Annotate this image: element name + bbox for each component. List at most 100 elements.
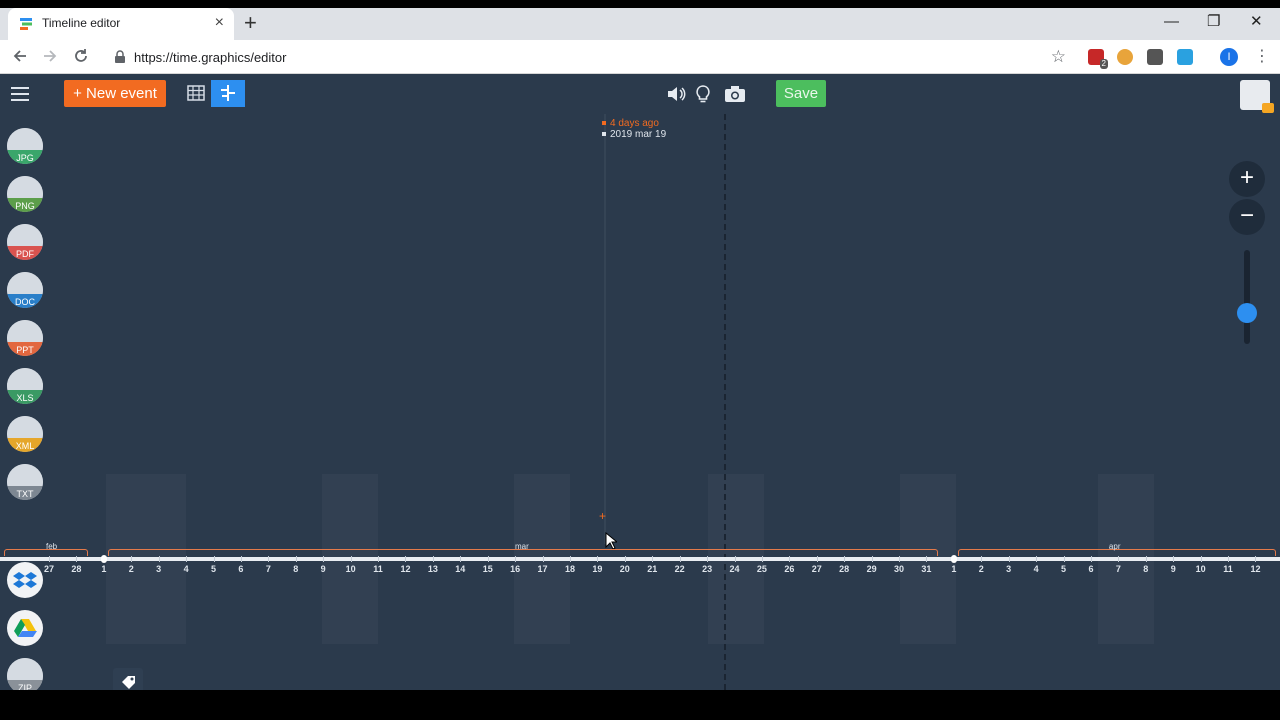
day-label: 5 [211, 564, 217, 574]
axis-tick [515, 556, 517, 562]
close-window-button[interactable]: ✕ [1250, 12, 1263, 32]
window-extension-icon[interactable] [1177, 49, 1193, 65]
google-drive-icon[interactable] [7, 610, 43, 646]
minimize-button[interactable]: — [1164, 12, 1179, 32]
new-event-button[interactable]: + New event [64, 80, 166, 107]
day-label: 22 [674, 564, 685, 574]
axis-tick [1036, 556, 1038, 562]
axis-tick [1228, 556, 1230, 562]
table-view-button[interactable] [179, 80, 213, 107]
file-xml-icon[interactable]: XML [7, 416, 43, 452]
file-zip-icon[interactable]: ZIP [7, 658, 43, 690]
timeline-axis[interactable]: 27 28 1 2 3 4 5 6 7 8 9 10 11 12 13 14 15 16 17 18 19 20 21 22 2… [0, 542, 1280, 582]
file-png-icon[interactable]: PNG [7, 176, 43, 212]
speaker-icon[interactable] [666, 84, 686, 104]
file-jpg-icon[interactable]: JPG [7, 128, 43, 164]
omnibox[interactable]: https://time.graphics/editor ☆ [104, 43, 1076, 71]
axis-tick [323, 556, 325, 562]
zoom-out-button[interactable]: − [1229, 199, 1265, 235]
day-label: 3 [156, 564, 162, 574]
axis-tick [405, 556, 407, 562]
axis-tick [1090, 556, 1092, 562]
forward-icon[interactable] [42, 48, 58, 64]
restore-button[interactable]: ❐ [1207, 12, 1220, 32]
axis-tick [76, 556, 78, 562]
day-label: 1 [101, 564, 107, 574]
back-icon[interactable] [12, 48, 28, 64]
axis-tick [268, 556, 270, 562]
axis-tick [213, 556, 215, 562]
zoom-in-button[interactable]: + [1229, 161, 1265, 197]
axis-tick [844, 556, 846, 562]
menu-icon[interactable] [11, 87, 29, 101]
browser-profile-avatar[interactable]: I [1220, 48, 1238, 66]
file-type-label: XLS [16, 393, 34, 403]
table-view-icon [187, 85, 205, 101]
axis-tick [926, 556, 928, 562]
file-doc-icon[interactable]: DOC [7, 272, 43, 308]
day-label: 13 [427, 564, 438, 574]
new-tab-button[interactable]: + [244, 11, 257, 35]
axis-tick [597, 556, 599, 562]
day-label: 23 [702, 564, 713, 574]
day-label: 29 [866, 564, 877, 574]
zoom-slider-track[interactable] [1244, 250, 1250, 344]
axis-tick [131, 556, 133, 562]
lock-icon [115, 50, 125, 63]
timeline-canvas[interactable]: 4 days ago 2019 mar 19 + [48, 114, 1280, 690]
file-type-label: TXT [16, 489, 34, 499]
save-button[interactable]: Save [776, 80, 826, 107]
shield-extension-icon[interactable]: 2 [1088, 49, 1108, 69]
axis-tick [871, 556, 873, 562]
month-label: mar [514, 542, 529, 551]
app-toolbar: + New event Save [0, 74, 1280, 114]
axis-tick [158, 556, 160, 562]
month-start-node [950, 555, 957, 563]
file-type-label: PDF [16, 249, 34, 259]
day-label: 19 [592, 564, 603, 574]
tags-button[interactable] [113, 668, 143, 690]
file-ppt-icon[interactable]: PPT [7, 320, 43, 356]
bookmark-star-icon[interactable]: ☆ [1051, 47, 1066, 67]
axis-tick [789, 556, 791, 562]
day-label: 5 [1061, 564, 1067, 574]
day-label: 2 [978, 564, 984, 574]
tab-strip: Timeline editor × + — ❐ ✕ [0, 8, 1280, 40]
day-label: 7 [1115, 564, 1121, 574]
file-pdf-icon[interactable]: PDF [7, 224, 43, 260]
timeline-view-button[interactable] [211, 80, 245, 107]
add-event-plus-icon[interactable]: + [599, 510, 606, 522]
axis-tick [350, 556, 352, 562]
tab-timeline-editor[interactable]: Timeline editor × [8, 8, 234, 40]
tab-close-icon[interactable]: × [215, 14, 224, 32]
axis-tick [624, 556, 626, 562]
day-label: 3 [1006, 564, 1012, 574]
file-xls-icon[interactable]: XLS [7, 368, 43, 404]
cursor-hover-line [604, 114, 606, 544]
file-txt-icon[interactable]: TXT [7, 464, 43, 500]
tab-title: Timeline editor [42, 16, 121, 30]
day-label: 11 [373, 564, 383, 574]
extension-badge: 2 [1099, 59, 1108, 69]
day-label: 20 [619, 564, 630, 574]
axis-tick [487, 556, 489, 562]
day-label: 7 [265, 564, 271, 574]
axis-tick [1173, 556, 1175, 562]
cookie-extension-icon[interactable] [1117, 49, 1133, 65]
axis-tick [1255, 556, 1257, 562]
qr-code-extension-icon[interactable] [1147, 49, 1163, 65]
day-label: 25 [756, 564, 767, 574]
camera-icon[interactable] [724, 84, 746, 104]
axis-tick [460, 556, 462, 562]
browser-menu-icon[interactable]: ⋮ [1254, 47, 1270, 67]
user-avatar[interactable] [1240, 80, 1274, 113]
day-label: 4 [183, 564, 189, 574]
lightbulb-icon[interactable] [693, 84, 713, 104]
reload-icon[interactable] [73, 48, 89, 64]
file-type-label: JPG [16, 153, 34, 163]
axis-tick [542, 556, 544, 562]
day-label: 14 [455, 564, 466, 574]
axis-tick [49, 556, 50, 562]
day-label: 28 [839, 564, 850, 574]
axis-line [0, 557, 1280, 561]
